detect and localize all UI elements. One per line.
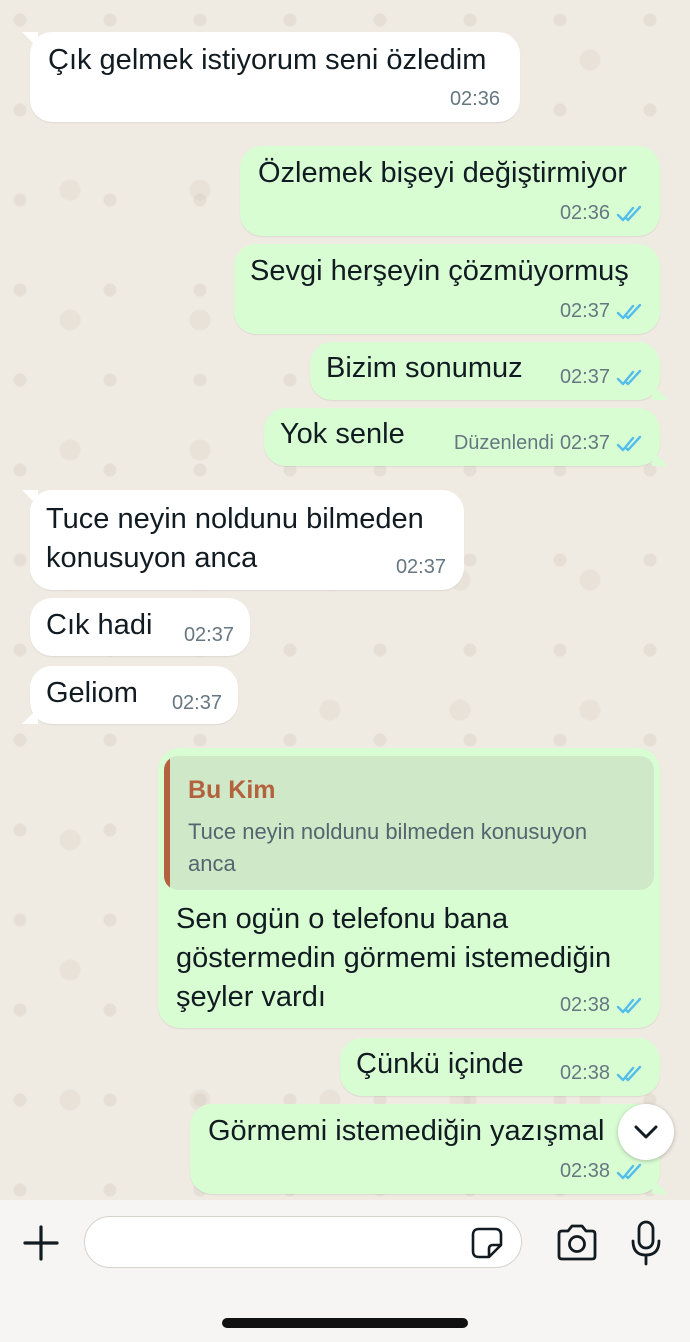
message-text: Bizim sonumuz	[326, 352, 523, 384]
message-text: Geliom	[46, 677, 138, 709]
message-outgoing[interactable]: Yok senle Düzenlendi 02:37	[264, 408, 668, 466]
message-time: 02:36	[559, 202, 610, 224]
message-outgoing[interactable]: Özlemek bişeyi değiştirmiyor 02:36	[240, 146, 660, 236]
message-outgoing[interactable]: Çünkü içinde 02:38	[340, 1038, 660, 1096]
message-input-bar	[0, 1200, 690, 1342]
message-text: Sevgi herşeyin çözmüyormuş	[250, 255, 629, 287]
message-text: Tuce neyin noldunu bilmeden konusuyon an…	[46, 503, 424, 574]
message-text: Cık hadi	[46, 609, 153, 641]
message-outgoing[interactable]: Bizim sonumuz 02:37	[310, 342, 668, 400]
double-check-icon	[616, 997, 642, 1013]
message-text: Özlemek bişeyi değiştirmiyor	[258, 157, 628, 189]
message-text: Görmemi istemediğin yazışmal	[208, 1115, 605, 1147]
edited-label: Düzenlendi	[453, 432, 554, 454]
message-input[interactable]	[103, 1225, 467, 1261]
sticker-button[interactable]	[469, 1225, 505, 1261]
message-text: Yok senle	[280, 418, 405, 450]
message-time: 02:38	[559, 1062, 610, 1084]
message-time: 02:37	[395, 556, 446, 578]
reply-author: Bu Kim	[188, 776, 276, 804]
message-text: Çık gelmek istiyorum seni özledim	[48, 44, 487, 76]
message-time: 02:36	[449, 88, 500, 110]
message-text-field[interactable]	[84, 1216, 522, 1268]
message-text: Çünkü içinde	[356, 1048, 524, 1080]
message-incoming[interactable]: Çık gelmek istiyorum seni özledim 02:36	[22, 32, 520, 122]
camera-icon	[557, 1224, 597, 1261]
double-check-icon	[616, 369, 642, 385]
double-check-icon	[616, 303, 642, 319]
message-time: 02:37	[559, 432, 610, 454]
message-outgoing[interactable]: Sevgi herşeyin çözmüyormuş 02:37	[234, 244, 660, 334]
message-time: 02:37	[171, 692, 222, 714]
sticker-icon	[471, 1227, 503, 1259]
message-incoming[interactable]: Cık hadi 02:37	[30, 598, 250, 656]
double-check-icon	[616, 435, 642, 451]
message-time: 02:37	[559, 366, 610, 388]
reply-quote[interactable]: Bu Kim Tuce neyin noldunu bilmeden konus…	[164, 756, 654, 890]
message-time: 02:38	[559, 1160, 610, 1182]
message-outgoing-reply[interactable]: Bu Kim Tuce neyin noldunu bilmeden konus…	[158, 748, 660, 1028]
message-text: Sen ogün o telefonu bana göstermedin gör…	[176, 903, 612, 1013]
reply-text: Tuce neyin noldunu bilmeden konusuyon an…	[188, 819, 588, 876]
message-incoming[interactable]: Geliom 02:37	[22, 666, 238, 724]
message-incoming[interactable]: Tuce neyin noldunu bilmeden konusuyon an…	[22, 490, 464, 590]
attach-button[interactable]	[18, 1218, 64, 1268]
reply-quote-bar	[164, 756, 170, 890]
message-time: 02:37	[183, 624, 234, 646]
double-check-icon	[616, 1163, 642, 1179]
double-check-icon	[616, 205, 642, 221]
chevron-down-icon	[634, 1125, 658, 1139]
message-time: 02:37	[559, 300, 610, 322]
scroll-to-bottom-button[interactable]	[618, 1104, 674, 1160]
home-indicator	[222, 1318, 468, 1328]
microphone-icon	[631, 1220, 661, 1266]
message-time: 02:38	[559, 994, 610, 1016]
plus-icon	[23, 1225, 59, 1261]
message-outgoing[interactable]: Görmemi istemediğin yazışmal 02:38	[190, 1104, 668, 1194]
double-check-icon	[616, 1065, 642, 1081]
camera-button[interactable]	[552, 1218, 602, 1268]
microphone-button[interactable]	[624, 1216, 668, 1270]
